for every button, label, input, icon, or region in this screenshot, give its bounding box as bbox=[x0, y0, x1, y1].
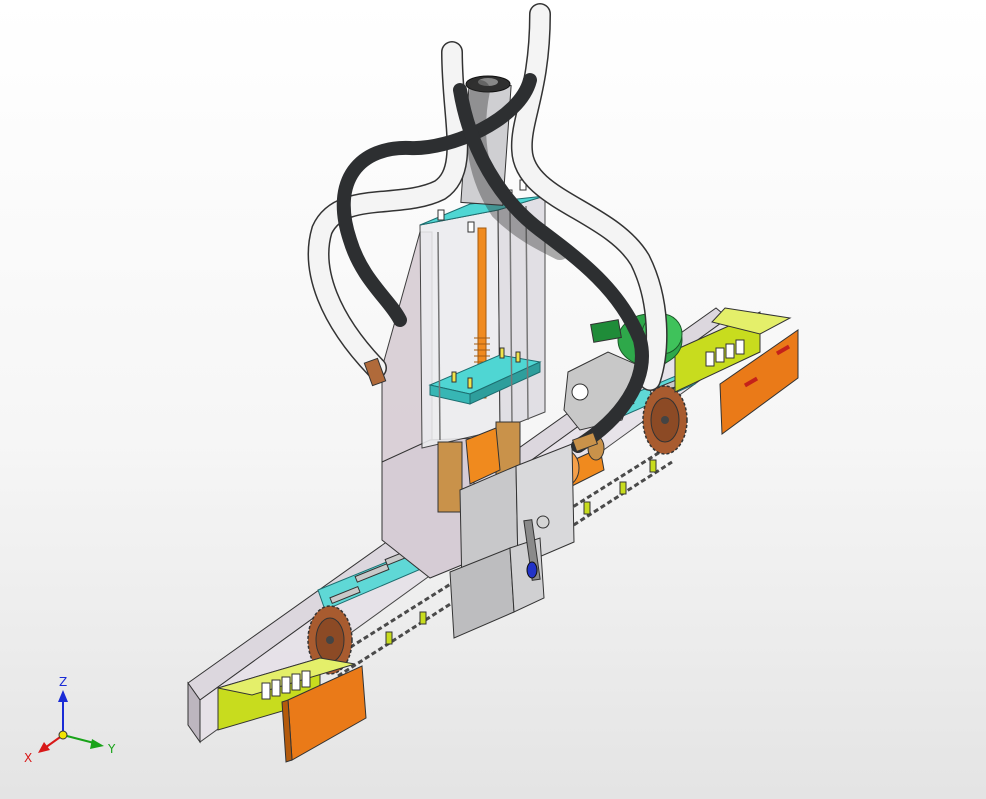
sprocket-right bbox=[642, 385, 688, 455]
cad-viewport[interactable]: Z X Y bbox=[0, 0, 986, 799]
orientation-triad: Z X Y bbox=[24, 675, 116, 765]
triad-origin bbox=[58, 730, 68, 740]
triad-x-label: X bbox=[24, 751, 32, 765]
triad-x-arrow bbox=[38, 742, 50, 753]
clamp-handle-knob[interactable] bbox=[526, 561, 538, 579]
column-front bbox=[419, 209, 501, 449]
triad-y-label: Y bbox=[107, 742, 116, 756]
triad-z-label: Z bbox=[59, 675, 67, 689]
triad-y-arrow bbox=[90, 739, 104, 749]
triad-z-arrow bbox=[58, 690, 68, 702]
motor-terminal-box bbox=[590, 319, 622, 343]
